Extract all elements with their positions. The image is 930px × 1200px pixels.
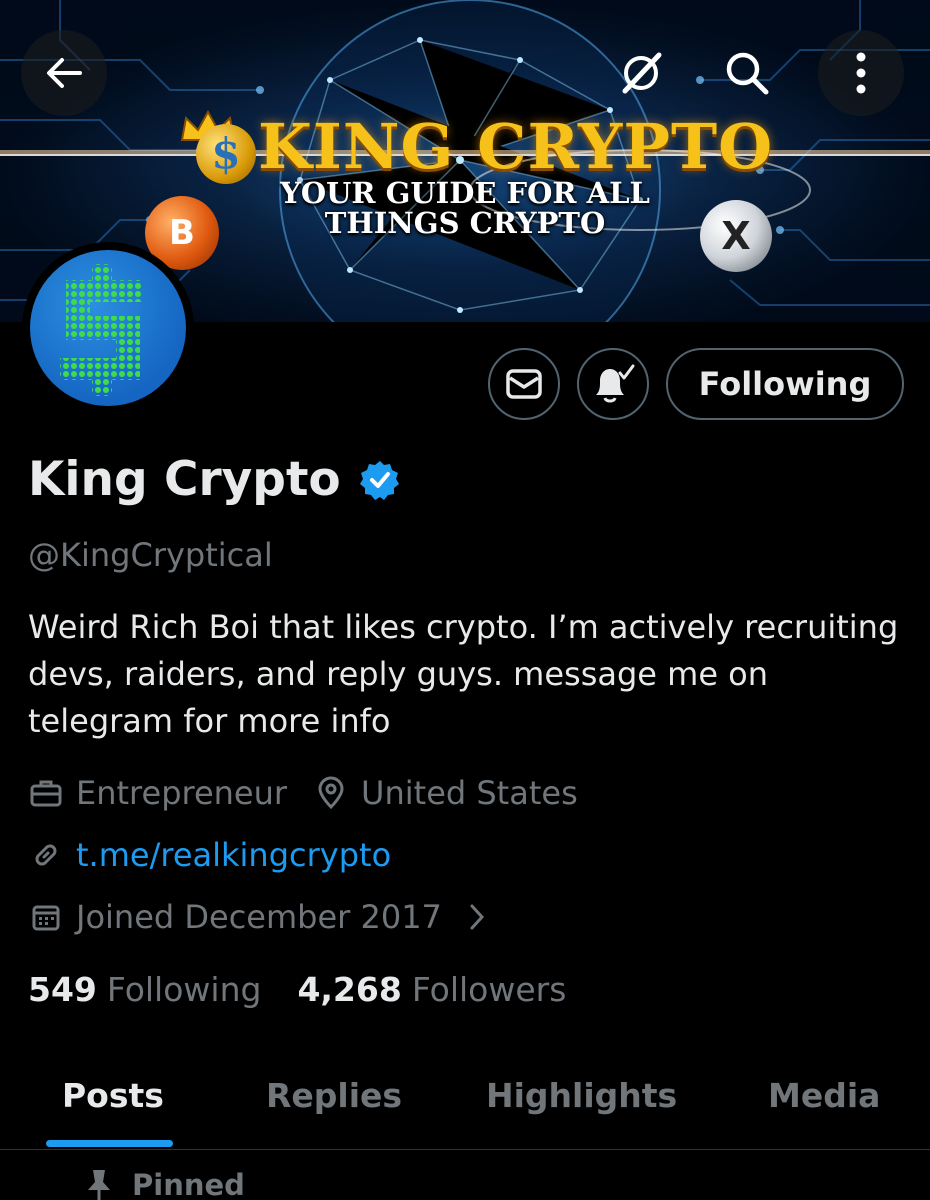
followers-count: 4,268 xyxy=(297,970,402,1009)
banner-subtitle: YOUR GUIDE FOR ALL THINGS CRYPTO xyxy=(280,176,650,240)
following-stat[interactable]: 549 Following xyxy=(28,970,261,1009)
pinned-label: Pinned xyxy=(132,1168,245,1200)
pinned-post-header: Pinned xyxy=(84,1168,245,1200)
profile-avatar[interactable] xyxy=(22,242,194,414)
verified-badge-icon[interactable] xyxy=(359,459,401,501)
follow-stats: 549 Following 4,268 Followers xyxy=(28,970,566,1009)
joined-date: Joined December 2017 xyxy=(76,898,442,936)
notifications-button[interactable] xyxy=(577,348,649,420)
name-row: King Crypto xyxy=(28,452,401,507)
following-button[interactable]: Following xyxy=(666,348,904,420)
search-icon xyxy=(726,52,769,95)
active-tab-indicator xyxy=(46,1140,173,1147)
tab-replies[interactable]: Replies xyxy=(266,1076,402,1115)
message-button[interactable] xyxy=(488,348,560,420)
profile-bio: Weird Rich Boi that likes crypto. I’m ac… xyxy=(28,608,899,740)
tab-media[interactable]: Media xyxy=(768,1076,880,1115)
grok-button[interactable] xyxy=(598,30,684,116)
location-label: United States xyxy=(361,774,578,812)
user-handle: @KingCryptical xyxy=(28,536,273,574)
following-count: 549 xyxy=(28,970,97,1009)
back-button[interactable] xyxy=(21,30,107,116)
tab-posts[interactable]: Posts xyxy=(62,1076,164,1115)
more-options-button[interactable] xyxy=(818,30,904,116)
location-pin-icon xyxy=(313,775,349,811)
profile-meta-row: Entrepreneur United States xyxy=(28,774,578,812)
bell-check-icon xyxy=(596,364,635,403)
profession-label: Entrepreneur xyxy=(76,774,288,812)
following-label: Following xyxy=(106,970,262,1009)
dollar-sign-avatar-image xyxy=(60,264,142,396)
display-name: King Crypto xyxy=(28,452,341,507)
mail-icon xyxy=(506,369,542,399)
tab-highlights[interactable]: Highlights xyxy=(486,1076,677,1115)
briefcase-icon xyxy=(28,775,64,811)
link-icon xyxy=(28,837,64,873)
chevron-right-icon xyxy=(470,904,484,930)
arrow-left-icon xyxy=(47,58,82,88)
profile-tabs: Posts Replies Highlights Media xyxy=(0,1070,930,1150)
followers-label: Followers xyxy=(411,970,567,1009)
xrp-coin-icon: X xyxy=(700,200,772,272)
calendar-icon xyxy=(28,899,64,935)
profile-website-link[interactable]: t.me/realkingcrypto xyxy=(76,836,391,874)
pin-icon xyxy=(88,1170,110,1200)
banner-title: KING CRYPTO xyxy=(258,110,774,183)
grok-icon xyxy=(622,52,662,94)
search-button[interactable] xyxy=(704,30,790,116)
followers-stat[interactable]: 4,268 Followers xyxy=(297,970,566,1009)
dollar-coin-icon: $ xyxy=(196,124,256,184)
more-vertical-icon xyxy=(856,52,866,94)
profile-link-row: t.me/realkingcrypto xyxy=(28,836,391,874)
joined-row[interactable]: Joined December 2017 xyxy=(28,898,486,936)
